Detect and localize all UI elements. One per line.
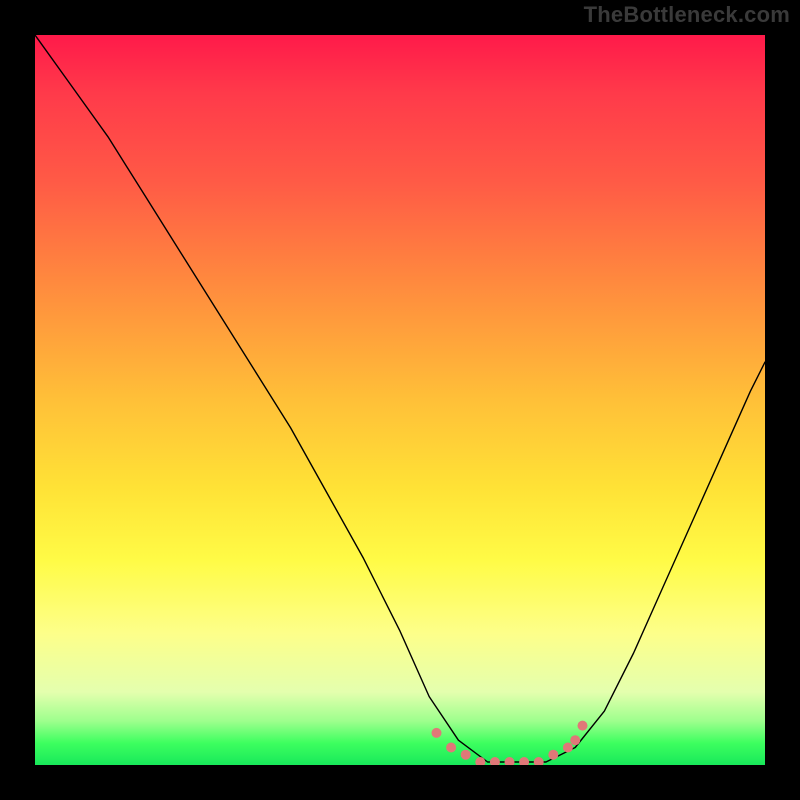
optimal-dot: [570, 735, 580, 745]
optimal-dot: [519, 757, 529, 765]
optimal-dot: [578, 721, 588, 731]
bottleneck-curve-line: [35, 35, 765, 762]
optimal-dot: [563, 743, 573, 753]
plot-area: [35, 35, 765, 765]
watermark-text: TheBottleneck.com: [584, 2, 790, 28]
optimal-dot: [446, 743, 456, 753]
optimal-range-dots: [432, 721, 588, 765]
optimal-dot: [534, 757, 544, 765]
optimal-dot: [490, 757, 500, 765]
bottleneck-curve-svg: [35, 35, 765, 765]
optimal-dot: [475, 757, 485, 765]
optimal-dot: [548, 750, 558, 760]
chart-frame: TheBottleneck.com: [0, 0, 800, 800]
optimal-dot: [505, 757, 515, 765]
optimal-dot: [432, 728, 442, 738]
optimal-dot: [461, 750, 471, 760]
